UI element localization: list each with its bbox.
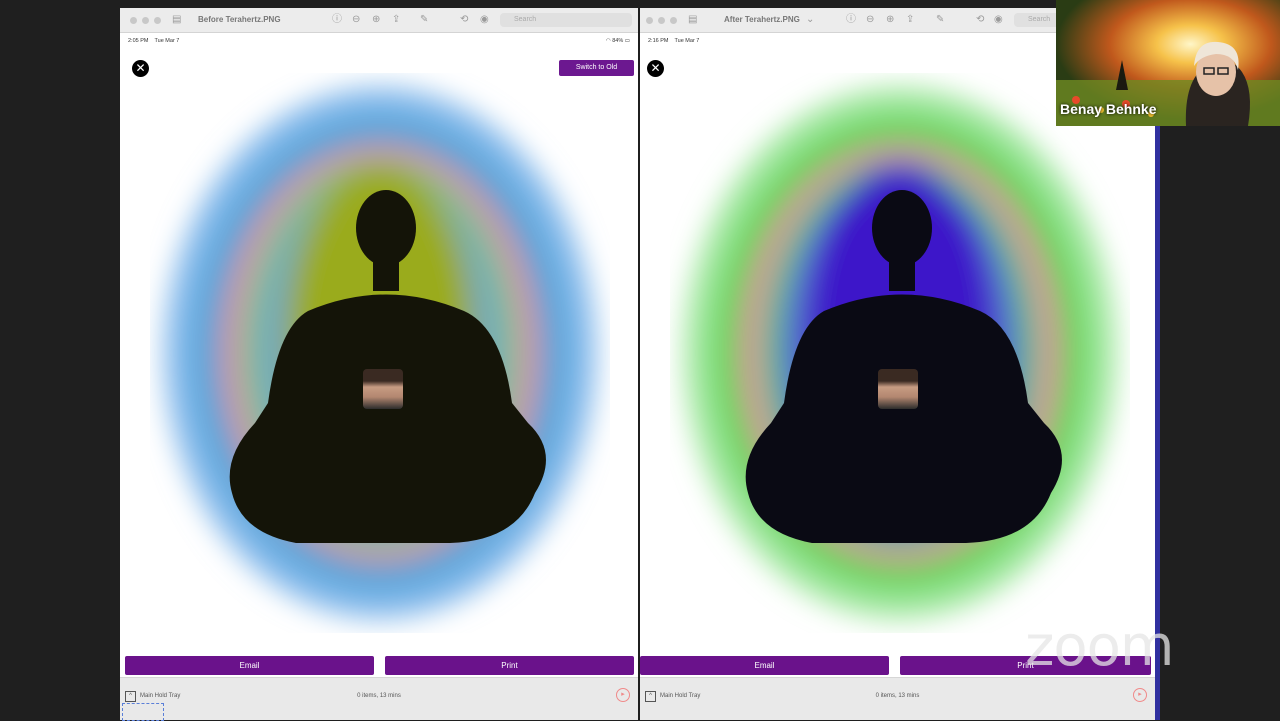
selection-marquee: [122, 703, 164, 721]
wifi-icon: ◠: [605, 38, 611, 44]
status-date: Tue Mar 7: [674, 38, 700, 44]
client-photo: [878, 369, 918, 409]
aura-image: [165, 88, 595, 618]
annotate-icon[interactable]: ◉: [994, 14, 1003, 26]
participant-name: Benay Behnke: [1060, 101, 1157, 117]
aura-image: [685, 88, 1115, 618]
zoom-window-icon[interactable]: [670, 17, 677, 24]
zoom-watermark: zoom: [1025, 614, 1174, 679]
zoom-in-icon[interactable]: ⊕: [372, 14, 380, 26]
minimize-window-icon[interactable]: [658, 17, 665, 24]
close-window-icon[interactable]: [646, 17, 653, 24]
email-button[interactable]: Email: [640, 656, 889, 675]
chevron-down-icon[interactable]: ⌄: [806, 14, 814, 26]
email-button[interactable]: Email: [125, 656, 374, 675]
participant-video-tile[interactable]: Benay Behnke: [1056, 0, 1280, 126]
window-title: After Terahertz.PNG: [724, 15, 800, 24]
info-icon[interactable]: ⓘ: [846, 14, 856, 26]
window-title: Before Terahertz.PNG: [198, 15, 281, 24]
zoom-out-icon[interactable]: ⊖: [866, 14, 874, 26]
items-count: 0 items, 13 mins: [357, 693, 401, 699]
client-photo: [363, 369, 403, 409]
play-icon[interactable]: ▸: [1133, 688, 1147, 702]
rotate-icon[interactable]: ⟲: [976, 14, 984, 26]
close-button[interactable]: ✕: [132, 60, 149, 77]
hold-tray-bar: ^ Main Hold Tray 0 items, 13 mins ▸: [640, 677, 1155, 720]
zoom-out-icon[interactable]: ⊖: [352, 14, 360, 26]
annotate-icon[interactable]: ◉: [480, 14, 489, 26]
hold-tray-bar: ^ Main Hold Tray 0 items, 13 mins ▸: [120, 677, 638, 720]
close-button[interactable]: ✕: [647, 60, 664, 77]
status-time: 2:05 PM: [128, 38, 149, 44]
sidebar-toggle-icon[interactable]: ▤: [688, 14, 697, 26]
share-icon[interactable]: ⇪: [392, 14, 400, 26]
minimize-window-icon[interactable]: [142, 17, 149, 24]
zoom-in-icon[interactable]: ⊕: [886, 14, 894, 26]
device-status-bar: 2:05 PM Tue Mar 7 ◠ 84% ▭: [128, 38, 630, 46]
print-button[interactable]: Print: [385, 656, 634, 675]
battery-level: 84%: [612, 38, 624, 44]
items-count: 0 items, 13 mins: [875, 693, 920, 699]
window-titlebar: ▤ Before Terahertz.PNG ⓘ ⊖ ⊕ ⇪ ✎ ⟲ ◉ Sea…: [120, 8, 638, 33]
battery-icon: ▭: [624, 38, 630, 44]
before-image-window: ▤ Before Terahertz.PNG ⓘ ⊖ ⊕ ⇪ ✎ ⟲ ◉ Sea…: [120, 8, 638, 720]
status-date: Tue Mar 7: [154, 38, 180, 44]
zoom-window-icon[interactable]: [154, 17, 161, 24]
share-icon[interactable]: ⇪: [906, 14, 914, 26]
info-icon[interactable]: ⓘ: [332, 14, 342, 26]
close-window-icon[interactable]: [130, 17, 137, 24]
sidebar-toggle-icon[interactable]: ▤: [172, 14, 181, 26]
rotate-icon[interactable]: ⟲: [460, 14, 468, 26]
markup-icon[interactable]: ✎: [420, 14, 428, 26]
markup-icon[interactable]: ✎: [936, 14, 944, 26]
play-icon[interactable]: ▸: [616, 688, 630, 702]
status-time: 2:16 PM: [648, 38, 669, 44]
search-input[interactable]: Search: [500, 13, 632, 27]
